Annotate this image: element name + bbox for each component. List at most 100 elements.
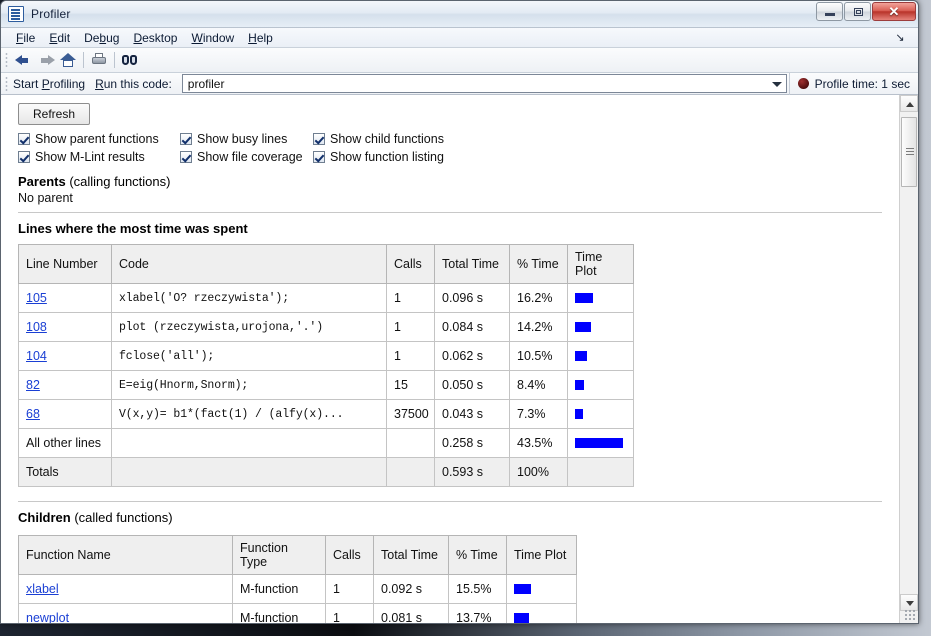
menu-help[interactable]: Help <box>241 30 280 46</box>
line-number-link[interactable]: 105 <box>26 291 47 305</box>
minimize-button[interactable] <box>816 2 843 21</box>
maximize-button[interactable] <box>844 2 871 21</box>
run-code-combobox[interactable] <box>181 74 787 93</box>
menu-desktop-rest: esktop <box>142 30 178 45</box>
cell-pct-time: 10.5% <box>509 341 568 371</box>
start-profiling-button[interactable]: Start Profiling <box>13 77 85 91</box>
checkbox-show-parent-functions[interactable]: Show parent functions <box>18 132 180 146</box>
menu-desktop[interactable]: Desktop <box>126 30 184 46</box>
col-time-plot[interactable]: Time Plot <box>506 535 577 575</box>
checkbox-box[interactable] <box>313 151 325 163</box>
time-plot-bar <box>575 380 585 390</box>
print-icon <box>91 53 107 67</box>
cell-line-number: Totals <box>18 457 112 487</box>
checkbox-show-mlint-results[interactable]: Show M-Lint results <box>18 150 180 164</box>
cell-time-plot <box>567 341 634 371</box>
cell-total-time: 0.092 s <box>373 574 449 604</box>
refresh-button[interactable]: Refresh <box>18 103 91 125</box>
menu-window[interactable]: Window <box>184 30 241 46</box>
line-number-link[interactable]: 104 <box>26 349 47 363</box>
line-number-link[interactable]: 68 <box>26 407 40 421</box>
parents-heading: Parents (calling functions) <box>18 174 882 189</box>
children-heading-rest: (called functions) <box>70 510 173 525</box>
close-button[interactable]: ✕ <box>872 2 916 21</box>
cell-calls: 1 <box>386 312 435 342</box>
menu-debug-b: ug <box>106 30 120 45</box>
line-number-link[interactable]: 82 <box>26 378 40 392</box>
table-row: 104 fclose('all'); 1 0.062 s 10.5% <box>18 341 634 371</box>
checkbox-box[interactable] <box>18 151 30 163</box>
toolbar-separator-1 <box>83 52 84 68</box>
function-name-link[interactable]: xlabel <box>26 582 59 596</box>
divider-2 <box>18 501 882 502</box>
cell-total-time: 0.096 s <box>434 283 510 313</box>
toolbar-grip[interactable] <box>5 52 8 68</box>
forward-button[interactable] <box>35 50 57 71</box>
cell-function-type: M-function <box>232 603 326 623</box>
menu-edit[interactable]: Edit <box>42 30 77 46</box>
cell-calls: 1 <box>325 574 374 604</box>
checkbox-show-child-functions[interactable]: Show child functions <box>313 132 444 146</box>
cell-function-name: newplot <box>18 603 233 623</box>
cell-total-time: 0.081 s <box>373 603 449 623</box>
menu-help-rest: elp <box>256 30 273 45</box>
checkbox-box[interactable] <box>18 133 30 145</box>
cell-line-number: 105 <box>18 283 112 313</box>
checkbox-box[interactable] <box>180 151 192 163</box>
cell-pct-time: 15.5% <box>448 574 507 604</box>
cell-code: xlabel('O? rzeczywista'); <box>111 283 387 313</box>
print-button[interactable] <box>88 50 110 71</box>
menu-edit-rest: dit <box>57 30 71 45</box>
runbar-grip[interactable] <box>5 75 8 92</box>
line-number-link[interactable]: 108 <box>26 320 47 334</box>
chevron-down-icon[interactable] <box>771 82 782 87</box>
table-row: 68 V(x,y)= b1*(fact(1) / (alfy(x)... 37500… <box>18 399 634 429</box>
checkbox-show-busy-lines[interactable]: Show busy lines <box>180 132 313 146</box>
col-code[interactable]: Code <box>111 244 387 284</box>
col-total-time[interactable]: Total Time <box>373 535 449 575</box>
vertical-scrollbar[interactable] <box>899 95 918 623</box>
resize-grip[interactable] <box>904 609 916 621</box>
checkbox-box[interactable] <box>313 133 325 145</box>
scrollbar-thumb[interactable] <box>901 117 917 187</box>
cell-calls: 37500 <box>386 399 435 429</box>
col-line-number[interactable]: Line Number <box>18 244 112 284</box>
lines-section: Lines where the most time was spent Line… <box>1 221 899 487</box>
col-calls[interactable]: Calls <box>325 535 374 575</box>
col-function-name[interactable]: Function Name <box>18 535 233 575</box>
cell-calls <box>386 457 435 487</box>
scrollbar-thumb-grip-icon <box>906 148 914 149</box>
col-pct-time[interactable]: % Time <box>509 244 568 284</box>
time-plot-bar <box>514 584 532 594</box>
checkbox-show-file-coverage[interactable]: Show file coverage <box>180 150 313 164</box>
menu-debug[interactable]: Debug <box>77 30 126 46</box>
cell-line-number: 108 <box>18 312 112 342</box>
home-button[interactable] <box>57 50 79 71</box>
record-dot-icon <box>797 78 809 89</box>
run-code-input[interactable] <box>182 74 786 93</box>
find-button[interactable] <box>119 50 141 71</box>
run-bar: Start Profiling Run this code: Profile t… <box>1 72 918 95</box>
scroll-up-button[interactable] <box>900 95 918 112</box>
checkbox-box[interactable] <box>180 133 192 145</box>
col-time-plot[interactable]: Time Plot <box>567 244 634 284</box>
col-pct-time[interactable]: % Time <box>448 535 507 575</box>
children-table-header-row: Function Name Function Type Calls Total … <box>18 535 577 575</box>
divider-1 <box>18 212 882 213</box>
scroll-down-arrow-icon <box>906 601 914 606</box>
table-row: 82 E=eig(Hnorm,Snorm); 15 0.050 s 8.4% <box>18 370 634 400</box>
checkbox-show-function-listing[interactable]: Show function listing <box>313 150 444 164</box>
undock-arrow-icon[interactable]: ↘ <box>894 32 906 44</box>
back-button[interactable] <box>13 50 35 71</box>
table-row: 105 xlabel('O? rzeczywista'); 1 0.096 s 16.2… <box>18 283 634 313</box>
cell-function-name: xlabel <box>18 574 233 604</box>
col-calls[interactable]: Calls <box>386 244 435 284</box>
cell-code <box>111 457 387 487</box>
col-total-time[interactable]: Total Time <box>434 244 510 284</box>
checkbox-label: Show M-Lint results <box>35 150 145 164</box>
function-name-link[interactable]: newplot <box>26 611 69 623</box>
col-function-type[interactable]: Function Type <box>232 535 326 575</box>
parents-note: No parent <box>18 191 73 205</box>
menu-file[interactable]: File <box>9 30 42 46</box>
time-plot-bar <box>575 351 587 361</box>
